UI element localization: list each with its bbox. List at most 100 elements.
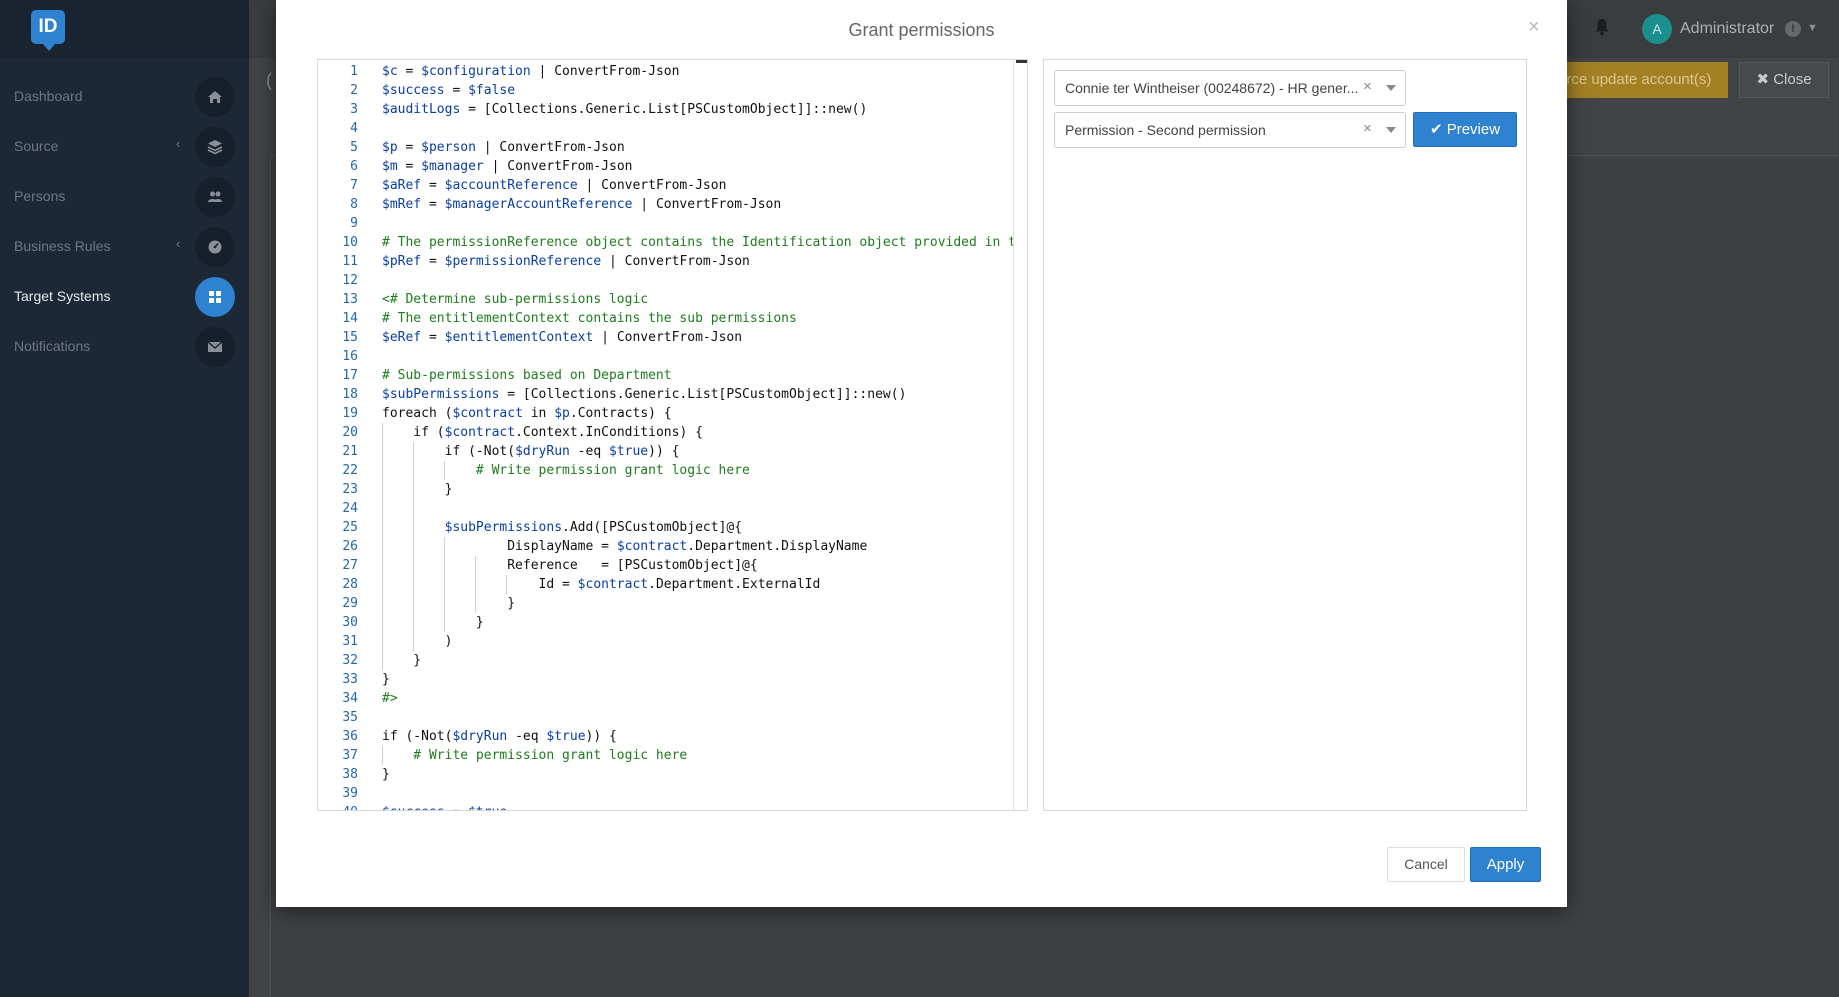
line-number: 13 <box>342 292 358 307</box>
code-line[interactable]: } <box>382 651 421 670</box>
line-number: 34 <box>342 691 358 706</box>
sidebar-item-label: Persons <box>14 188 66 204</box>
code-line[interactable]: } <box>382 670 390 689</box>
close-icon[interactable]: × <box>1528 16 1540 39</box>
line-number: 21 <box>342 444 358 459</box>
sidebar-item-label: Notifications <box>14 338 91 354</box>
chevron-down-icon[interactable] <box>1386 127 1396 133</box>
code-line[interactable]: if (-Not($dryRun -eq $true)) { <box>382 727 617 746</box>
chevron-left-icon[interactable]: ‹ <box>176 236 180 251</box>
sidebar-item-source[interactable]: Source ‹ <box>0 125 249 169</box>
sidebar-item-label: Source <box>14 138 59 154</box>
code-line[interactable]: <# Determine sub-permissions logic <box>382 290 648 309</box>
line-number: 30 <box>342 615 358 630</box>
envelope-icon <box>195 327 235 367</box>
code-line[interactable]: $c = $configuration | ConvertFrom-Json <box>382 62 679 81</box>
code-line[interactable]: $pRef = $permissionReference | ConvertFr… <box>382 252 750 271</box>
code-line[interactable]: ) <box>382 632 453 651</box>
line-number: 38 <box>342 767 358 782</box>
page-title-fragment: ( <box>266 70 272 90</box>
code-line[interactable]: # The permissionReference object contain… <box>382 233 1027 252</box>
force-update-button[interactable]: orce update account(s) <box>1540 62 1728 98</box>
editor-scrollbar[interactable] <box>1013 60 1027 810</box>
user-name[interactable]: Administrator <box>1680 20 1774 38</box>
code-line[interactable]: $subPermissions = [Collections.Generic.L… <box>382 385 906 404</box>
code-line[interactable]: $m = $manager | ConvertFrom-Json <box>382 157 632 176</box>
line-number: 29 <box>342 596 358 611</box>
code-line[interactable]: if ($contract.Context.InConditions) { <box>382 423 703 442</box>
code-line[interactable]: Id = $contract.Department.ExternalId <box>382 575 821 594</box>
line-number: 8 <box>350 197 358 212</box>
line-number: 26 <box>342 539 358 554</box>
logo-bar: ID <box>0 0 249 58</box>
code-line[interactable]: # Sub-permissions based on Department <box>382 366 672 385</box>
line-number: 14 <box>342 311 358 326</box>
cancel-button[interactable]: Cancel <box>1387 847 1465 882</box>
code-line[interactable]: Reference = [PSCustomObject]@{ <box>382 556 757 575</box>
indent-guide <box>444 537 445 632</box>
line-number: 1 <box>350 64 358 79</box>
line-number: 33 <box>342 672 358 687</box>
person-select-value: Connie ter Wintheiser (00248672) - HR ge… <box>1065 80 1359 96</box>
avatar[interactable]: A <box>1642 14 1672 44</box>
line-number: 28 <box>342 577 358 592</box>
line-number-gutter: 1 2 3 4 5 6 7 8 9 10 11 12 13 14 15 16 17 18 19 20 21 22 23 24 2… <box>318 60 360 810</box>
code-line[interactable]: $eRef = $entitlementContext | ConvertFro… <box>382 328 742 347</box>
indent-guide <box>382 423 383 670</box>
sidebar-item-label: Dashboard <box>14 88 83 104</box>
person-select[interactable]: Connie ter Wintheiser (00248672) - HR ge… <box>1054 70 1406 106</box>
grid-icon <box>195 277 235 317</box>
line-number: 23 <box>342 482 358 497</box>
code-line[interactable]: $p = $person | ConvertFrom-Json <box>382 138 625 157</box>
line-number: 19 <box>342 406 358 421</box>
code-line[interactable]: $success = $false <box>382 81 515 100</box>
app-logo[interactable]: ID <box>31 10 65 51</box>
line-number: 35 <box>342 710 358 725</box>
line-number: 6 <box>350 159 358 174</box>
users-icon <box>195 177 235 217</box>
permission-select[interactable]: Permission - Second permission × <box>1054 112 1406 148</box>
code-line[interactable]: $auditLogs = [Collections.Generic.List[P… <box>382 100 867 119</box>
code-line[interactable]: # Write permission grant logic here <box>382 461 750 480</box>
clear-icon[interactable]: × <box>1363 78 1372 95</box>
modal-title: Grant permissions <box>848 20 995 40</box>
code-line[interactable]: # The entitlementContext contains the su… <box>382 309 797 328</box>
code-line[interactable]: } <box>382 594 515 613</box>
indent-guide <box>444 461 445 480</box>
code-line[interactable]: $subPermissions.Add([PSCustomObject]@{ <box>382 518 742 537</box>
code-line[interactable]: $aRef = $accountReference | ConvertFrom-… <box>382 176 726 195</box>
chevron-down-icon[interactable]: ▼ <box>1807 22 1818 34</box>
code-line[interactable]: $success = $true <box>382 803 507 810</box>
chevron-down-icon[interactable] <box>1386 85 1396 91</box>
sidebar-item-persons[interactable]: Persons <box>0 175 249 219</box>
line-number: 12 <box>342 273 358 288</box>
sidebar-item-business-rules[interactable]: Business Rules ‹ <box>0 225 249 269</box>
close-button[interactable]: ✖ Close <box>1739 62 1829 98</box>
code-line[interactable]: $mRef = $managerAccountReference | Conve… <box>382 195 781 214</box>
sidebar-item-target-systems[interactable]: Target Systems <box>0 275 249 319</box>
indent-guide <box>506 575 507 594</box>
line-number: 3 <box>350 102 358 117</box>
scrollbar-thumb[interactable] <box>1016 60 1027 63</box>
clear-icon[interactable]: × <box>1363 120 1372 137</box>
chevron-left-icon[interactable]: ‹ <box>176 136 180 151</box>
code-line[interactable]: DisplayName = $contract.Department.Displ… <box>382 537 867 556</box>
apply-button[interactable]: Apply <box>1470 847 1541 882</box>
code-line[interactable]: } <box>382 480 453 499</box>
preview-button[interactable]: ✔ Preview <box>1413 112 1517 147</box>
line-number: 37 <box>342 748 358 763</box>
sidebar-item-notifications[interactable]: Notifications <box>0 325 249 369</box>
code-line[interactable]: } <box>382 613 484 632</box>
sidebar-item-dashboard[interactable]: Dashboard <box>0 75 249 119</box>
sidebar-item-label: Business Rules <box>14 238 111 254</box>
code-line[interactable]: if (-Not($dryRun -eq $true)) { <box>382 442 680 461</box>
code-line[interactable]: foreach ($contract in $p.Contracts) { <box>382 404 672 423</box>
code-editor[interactable]: 1 2 3 4 5 6 7 8 9 10 11 12 13 14 15 16 17 18 19 20 21 22 23 24 2… <box>317 59 1028 811</box>
code-line[interactable]: # Write permission grant logic here <box>382 746 687 765</box>
line-number: 22 <box>342 463 358 478</box>
line-number: 20 <box>342 425 358 440</box>
indent-guide <box>413 442 414 651</box>
code-line[interactable]: #> <box>382 689 398 708</box>
code-line[interactable]: } <box>382 765 390 784</box>
bell-icon[interactable] <box>1594 18 1610 36</box>
